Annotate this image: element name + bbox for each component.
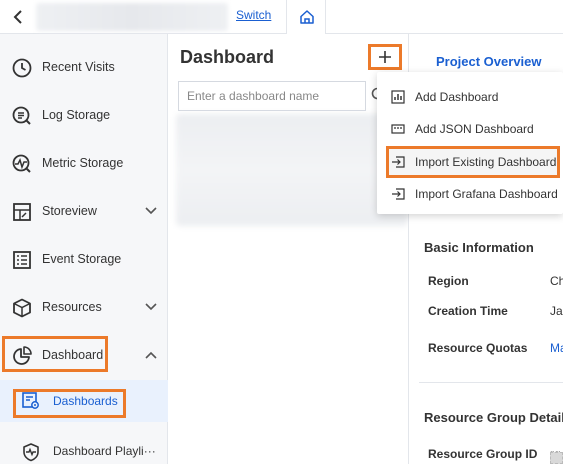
sidebar-item-event-storage[interactable]: Event Storage	[0, 236, 168, 284]
page-title: Dashboard	[180, 47, 275, 67]
home-icon	[300, 10, 314, 24]
metric-icon	[12, 154, 31, 173]
storeview-icon	[13, 203, 31, 221]
back-arrow-icon[interactable]	[8, 6, 30, 28]
sidebar-item-label: Metric Storage	[42, 156, 124, 170]
sidebar-item-metric-storage[interactable]: Metric Storage	[0, 140, 168, 188]
divider	[419, 382, 563, 383]
sidebar: Recent Visits Log Storage Metric Storage…	[0, 34, 168, 464]
chevron-down-icon[interactable]	[144, 302, 158, 312]
resource-group-details-title: Resource Group Detail	[424, 410, 563, 425]
info-row-region: Region Ch	[409, 274, 563, 294]
dashboard-highlight-box	[2, 336, 108, 372]
resource-quotas-link[interactable]: Ma	[550, 341, 563, 355]
info-row-creation-time: Creation Time Jar	[409, 304, 563, 324]
menu-item-label: Import Existing Dashboard	[415, 155, 557, 169]
sidebar-item-storeview[interactable]: Storeview	[0, 188, 168, 236]
sidebar-subitem-dashboard-playlist[interactable]: Dashboard Playli···	[0, 432, 168, 464]
menu-item-import-existing-dashboard[interactable]: Import Existing Dashboard	[377, 146, 563, 178]
plus-icon	[379, 51, 391, 63]
add-dashboard-dropdown: Add Dashboard Add JSON Dashboard Import …	[377, 72, 563, 214]
sidebar-item-label: Storeview	[42, 204, 97, 218]
import-icon	[392, 188, 405, 200]
sidebar-item-label: Log Storage	[42, 108, 111, 122]
info-row-resource-group-id: Resource Group ID rg-	[409, 447, 563, 464]
json-icon	[391, 124, 405, 134]
basic-information-title: Basic Information	[424, 240, 534, 255]
info-key: Resource Quotas	[428, 341, 528, 355]
add-dashboard-button[interactable]	[368, 44, 402, 70]
menu-item-add-dashboard[interactable]: Add Dashboard	[377, 81, 563, 113]
menu-item-label: Add Dashboard	[415, 90, 499, 104]
top-bar: Switch	[0, 0, 563, 35]
menu-item-import-grafana-dashboard[interactable]: Import Grafana Dashboard	[377, 178, 563, 210]
menu-item-label: Import Grafana Dashboard	[415, 187, 558, 201]
chevron-down-icon[interactable]	[144, 206, 158, 216]
info-row-resource-quotas: Resource Quotas Ma	[409, 341, 563, 361]
import-icon	[392, 156, 405, 168]
menu-item-label: Add JSON Dashboard	[415, 122, 534, 136]
scroll-corner[interactable]	[550, 452, 563, 464]
sidebar-item-label: Resources	[42, 300, 102, 314]
sidebar-item-resources[interactable]: Resources	[0, 284, 168, 332]
info-value: Jar	[550, 304, 563, 318]
search-input[interactable]	[179, 82, 365, 110]
cube-icon	[13, 298, 31, 318]
sidebar-subitem-label: Dashboard Playli···	[53, 444, 156, 458]
sidebar-item-label: Event Storage	[42, 252, 122, 266]
tab-project-overview[interactable]: Project Overview	[436, 54, 542, 69]
dashboard-list-panel: Dashboard	[168, 34, 408, 464]
info-key: Region	[428, 274, 469, 288]
project-name-blurred	[36, 3, 228, 31]
dashboards-highlight-box	[13, 389, 126, 418]
search-field[interactable]	[178, 81, 366, 111]
sidebar-item-log-storage[interactable]: Log Storage	[0, 92, 168, 140]
event-icon	[13, 251, 31, 269]
info-key: Resource Group ID	[428, 447, 538, 461]
sidebar-item-label: Recent Visits	[42, 60, 115, 74]
clock-icon	[12, 58, 32, 78]
chart-icon	[391, 90, 405, 104]
dashboard-list-blurred	[176, 114, 408, 226]
switch-link[interactable]: Switch	[236, 8, 271, 22]
info-value: Ch	[550, 274, 563, 288]
home-tab[interactable]	[286, 0, 326, 35]
chevron-up-icon[interactable]	[144, 350, 158, 360]
menu-item-add-json-dashboard[interactable]: Add JSON Dashboard	[377, 113, 563, 145]
info-key: Creation Time	[428, 304, 508, 318]
sidebar-item-recent-visits[interactable]: Recent Visits	[0, 44, 168, 92]
shield-pulse-icon	[23, 443, 39, 462]
log-search-icon	[12, 106, 31, 125]
